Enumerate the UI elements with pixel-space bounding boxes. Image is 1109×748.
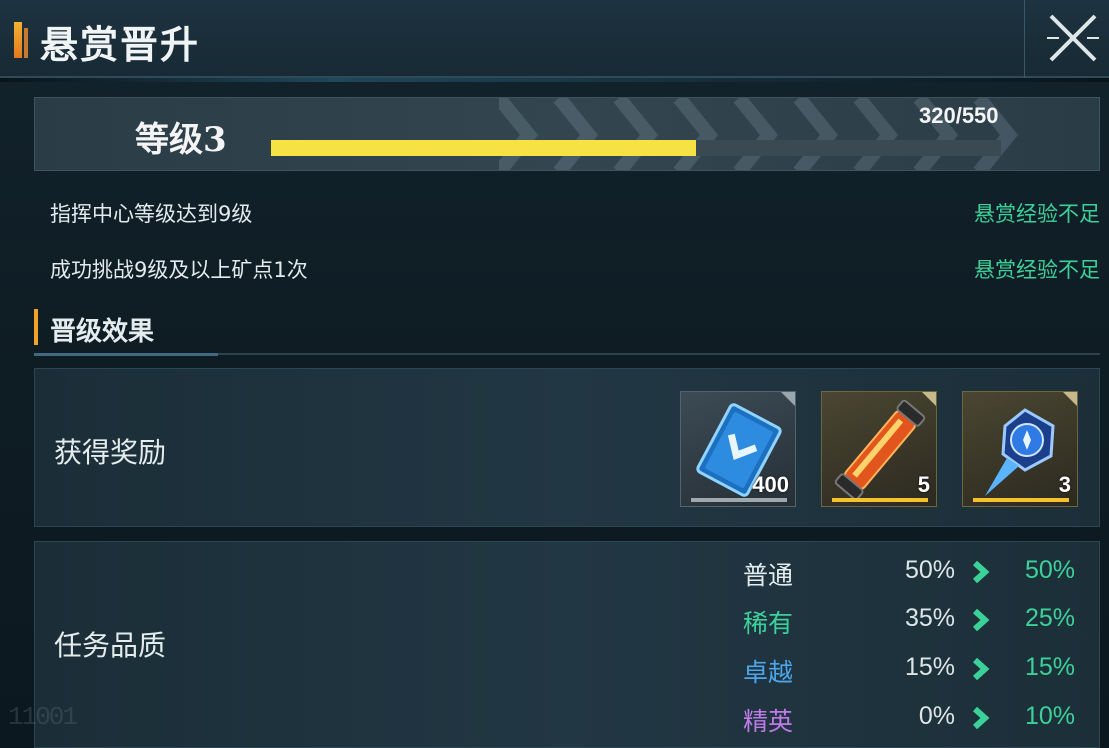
progress-bar xyxy=(271,140,1001,156)
item-rarity-bar xyxy=(832,498,928,502)
progress-text: 320/550 xyxy=(919,103,999,128)
requirement-row: 成功挑战9级及以上矿点1次 悬赏经验不足 xyxy=(50,254,1100,288)
quality-label: 任务品质 xyxy=(54,629,167,662)
level-panel: 等级3 320/550 xyxy=(34,97,1100,171)
item-corner xyxy=(781,392,795,406)
quality-to: 10% xyxy=(1024,702,1075,730)
reward-item[interactable]: 400 xyxy=(680,391,796,507)
header-bar: 悬赏晋升 xyxy=(0,0,1109,78)
item-rarity-bar xyxy=(973,498,1069,502)
arrow-right-icon xyxy=(972,608,990,632)
quality-from: 35% xyxy=(904,604,955,632)
quality-to: 25% xyxy=(1024,604,1075,632)
item-corner xyxy=(1063,392,1077,406)
quality-panel: 任务品质 普通 50% 50% 稀有 35% 25% 卓越 15% 15% 精英… xyxy=(34,541,1100,748)
quality-from: 0% xyxy=(918,702,955,730)
close-button[interactable] xyxy=(1024,0,1109,78)
section-title: 晋级效果 xyxy=(50,317,155,347)
reward-item[interactable]: 3 xyxy=(962,391,1078,507)
quality-row: 稀有 35% 25% xyxy=(735,604,1095,644)
quality-name: 普通 xyxy=(743,561,794,590)
reward-count: 5 xyxy=(917,472,930,497)
requirement-status: 悬赏经验不足 xyxy=(974,258,1100,282)
reward-label: 获得奖励 xyxy=(54,436,167,469)
quality-from: 50% xyxy=(904,556,955,584)
requirement-row: 指挥中心等级达到9级 悬赏经验不足 xyxy=(50,198,1100,232)
quality-name: 稀有 xyxy=(743,609,794,638)
item-corner xyxy=(922,392,936,406)
promotion-page: 悬赏晋升 等级3 320/550 指挥中心等级达到9级 悬赏经验不足 成功挑战9… xyxy=(0,0,1109,748)
quality-row: 普通 50% 50% xyxy=(735,556,1095,596)
quality-name: 精英 xyxy=(743,707,794,736)
requirement-text: 指挥中心等级达到9级 xyxy=(50,202,253,226)
watermark: 11001 xyxy=(8,702,78,732)
reward-item[interactable]: 5 xyxy=(821,391,937,507)
page-title: 悬赏晋升 xyxy=(40,22,201,67)
quality-name: 卓越 xyxy=(743,658,794,687)
requirement-text: 成功挑战9级及以上矿点1次 xyxy=(50,258,308,282)
reward-count: 400 xyxy=(752,472,789,497)
item-rarity-bar xyxy=(691,498,787,502)
section-divider-highlight xyxy=(34,353,218,356)
arrow-right-icon xyxy=(972,706,990,730)
progress-fill xyxy=(271,140,696,156)
requirement-status: 悬赏经验不足 xyxy=(974,202,1100,226)
close-x-icon xyxy=(1047,14,1099,62)
reward-panel: 获得奖励 400 5 3 xyxy=(34,368,1100,527)
quality-from: 15% xyxy=(904,653,955,681)
quality-row: 卓越 15% 15% xyxy=(735,653,1095,693)
level-label: 等级3 xyxy=(135,120,227,160)
header-accent-stripe xyxy=(24,28,28,58)
header-divider xyxy=(0,78,1109,82)
quality-to: 50% xyxy=(1024,556,1075,584)
reward-count: 3 xyxy=(1058,472,1071,497)
arrow-right-icon xyxy=(972,657,990,681)
section-accent xyxy=(34,309,38,345)
header-accent xyxy=(14,22,22,58)
quality-to: 15% xyxy=(1024,653,1075,681)
arrow-right-icon xyxy=(972,560,990,584)
quality-row: 精英 0% 10% xyxy=(735,702,1095,742)
